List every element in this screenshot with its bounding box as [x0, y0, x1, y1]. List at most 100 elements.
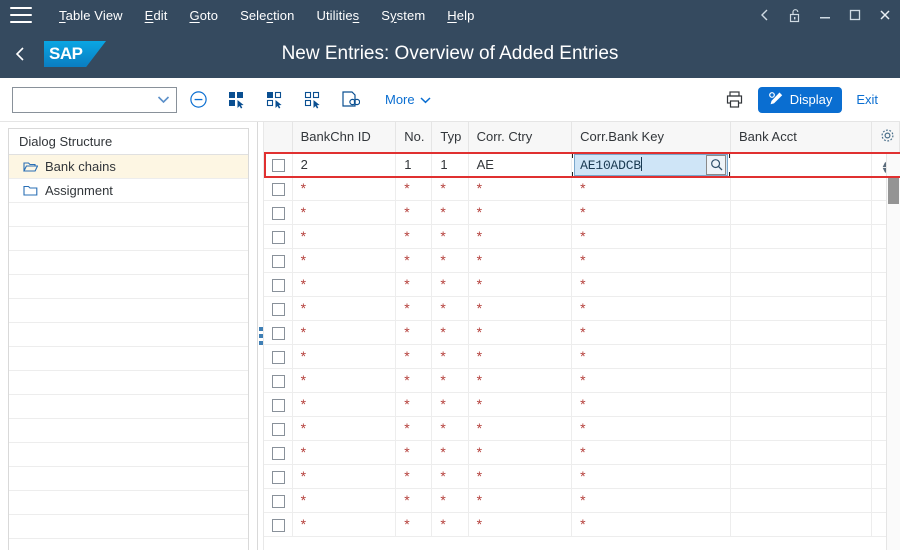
cell-no[interactable]: *: [395, 320, 433, 345]
cell-no[interactable]: *: [395, 488, 433, 513]
cell-bankchn-id[interactable]: *: [292, 416, 397, 441]
table-row[interactable]: * * * * *: [264, 512, 900, 537]
cell-bank-acct[interactable]: [730, 464, 872, 489]
cell-typ[interactable]: *: [431, 368, 469, 393]
cell-corr-ctry[interactable]: *: [468, 176, 573, 201]
table-row[interactable]: * * * * *: [264, 368, 900, 393]
cell-typ[interactable]: *: [431, 296, 469, 321]
cell-no[interactable]: *: [395, 248, 433, 273]
table-vertical-scrollbar[interactable]: [886, 152, 900, 550]
menu-item-help[interactable]: Help: [436, 8, 485, 23]
row-select-cell[interactable]: [264, 224, 293, 249]
maximize-icon[interactable]: [840, 0, 870, 30]
select-all-column-header[interactable]: [264, 122, 293, 153]
cell-corr-ctry[interactable]: *: [468, 296, 573, 321]
table-row[interactable]: * * * * *: [264, 344, 900, 369]
cell-bankchn-id[interactable]: *: [292, 272, 397, 297]
cell-bankchn-id[interactable]: *: [292, 440, 397, 465]
cell-bankchn-id[interactable]: *: [292, 248, 397, 273]
table-row[interactable]: * * * * *: [264, 272, 900, 297]
cell-typ[interactable]: *: [431, 392, 469, 417]
row-checkbox[interactable]: [272, 230, 285, 244]
cell-corr-bank-key[interactable]: *: [571, 344, 732, 369]
cell-typ[interactable]: *: [431, 224, 469, 249]
cell-no[interactable]: *: [395, 200, 433, 225]
row-checkbox[interactable]: [272, 182, 285, 196]
cell-corr-bank-key[interactable]: *: [571, 488, 732, 513]
cell-corr-bank-key[interactable]: *: [571, 392, 732, 417]
table-row[interactable]: * * * * *: [264, 488, 900, 513]
table-row[interactable]: * * * * *: [264, 176, 900, 201]
cell-typ[interactable]: *: [431, 488, 469, 513]
cell-no[interactable]: 1: [395, 152, 433, 177]
cell-bank-acct[interactable]: [730, 320, 872, 345]
variant-document-icon[interactable]: [333, 85, 367, 115]
table-row[interactable]: * * * * *: [264, 200, 900, 225]
print-icon[interactable]: [718, 85, 752, 115]
more-menu-button[interactable]: More: [379, 88, 437, 111]
row-checkbox[interactable]: [272, 158, 285, 172]
cell-typ[interactable]: *: [431, 416, 469, 441]
cell-bankchn-id[interactable]: *: [292, 176, 397, 201]
row-checkbox[interactable]: [272, 494, 285, 508]
cell-bank-acct[interactable]: [730, 416, 872, 441]
cell-corr-ctry[interactable]: *: [468, 344, 573, 369]
cell-no[interactable]: *: [395, 224, 433, 249]
exit-button[interactable]: Exit: [846, 88, 888, 111]
cell-bankchn-id[interactable]: *: [292, 512, 397, 537]
cell-no[interactable]: *: [395, 272, 433, 297]
row-select-cell[interactable]: [264, 320, 293, 345]
cell-bank-acct[interactable]: [730, 296, 872, 321]
cell-corr-bank-key[interactable]: *: [571, 368, 732, 393]
table-row[interactable]: * * * * *: [264, 464, 900, 489]
sap-logo[interactable]: SAP: [44, 41, 106, 67]
column-header-no[interactable]: No.: [395, 122, 433, 153]
row-checkbox[interactable]: [272, 254, 285, 268]
cell-corr-ctry[interactable]: *: [468, 320, 573, 345]
cell-typ[interactable]: *: [431, 248, 469, 273]
cell-bank-acct[interactable]: [730, 224, 872, 249]
row-checkbox[interactable]: [272, 518, 285, 532]
row-select-cell[interactable]: [264, 248, 293, 273]
value-help-search-icon[interactable]: [706, 154, 727, 175]
row-select-cell[interactable]: [264, 512, 293, 537]
table-row[interactable]: * * * * *: [264, 416, 900, 441]
cell-corr-ctry[interactable]: *: [468, 392, 573, 417]
cell-corr-bank-key[interactable]: *: [571, 248, 732, 273]
shell-back-icon[interactable]: [0, 30, 40, 78]
row-select-cell[interactable]: [264, 200, 293, 225]
cell-corr-ctry[interactable]: *: [468, 248, 573, 273]
row-select-cell[interactable]: [264, 176, 293, 201]
column-header-typ[interactable]: Typ: [431, 122, 469, 153]
menu-item-utilities[interactable]: Utilities: [305, 8, 370, 23]
select-all-icon[interactable]: [219, 85, 253, 115]
cell-corr-bank-key[interactable]: *: [571, 416, 732, 441]
row-select-cell[interactable]: [264, 440, 293, 465]
table-row[interactable]: * * * * *: [264, 296, 900, 321]
cell-corr-bank-key[interactable]: *: [571, 200, 732, 225]
cell-corr-bank-key[interactable]: *: [571, 440, 732, 465]
cell-corr-ctry[interactable]: *: [468, 464, 573, 489]
cell-typ[interactable]: *: [431, 344, 469, 369]
cell-bankchn-id[interactable]: *: [292, 344, 397, 369]
cell-bankchn-id[interactable]: *: [292, 488, 397, 513]
cell-bank-acct[interactable]: [730, 176, 872, 201]
table-settings-button[interactable]: [871, 122, 900, 153]
table-row[interactable]: * * * * *: [264, 320, 900, 345]
column-header-corr-bank-key[interactable]: Corr.Bank Key: [571, 122, 732, 153]
cell-bank-acct[interactable]: [730, 392, 872, 417]
cell-corr-ctry[interactable]: *: [468, 416, 573, 441]
cell-no[interactable]: *: [395, 368, 433, 393]
cell-no[interactable]: *: [395, 512, 433, 537]
cell-corr-bank-key[interactable]: *: [571, 272, 732, 297]
cell-corr-bank-key[interactable]: AE10ADCB: [571, 151, 732, 178]
row-checkbox[interactable]: [272, 374, 285, 388]
column-header-bankchn-id[interactable]: BankChn ID: [292, 122, 397, 153]
cell-no[interactable]: *: [395, 296, 433, 321]
cell-no[interactable]: *: [395, 344, 433, 369]
row-select-cell[interactable]: [264, 464, 293, 489]
cell-typ[interactable]: 1: [431, 152, 469, 177]
cell-bank-acct[interactable]: [730, 344, 872, 369]
cell-typ[interactable]: *: [431, 464, 469, 489]
row-select-cell[interactable]: [264, 488, 293, 513]
